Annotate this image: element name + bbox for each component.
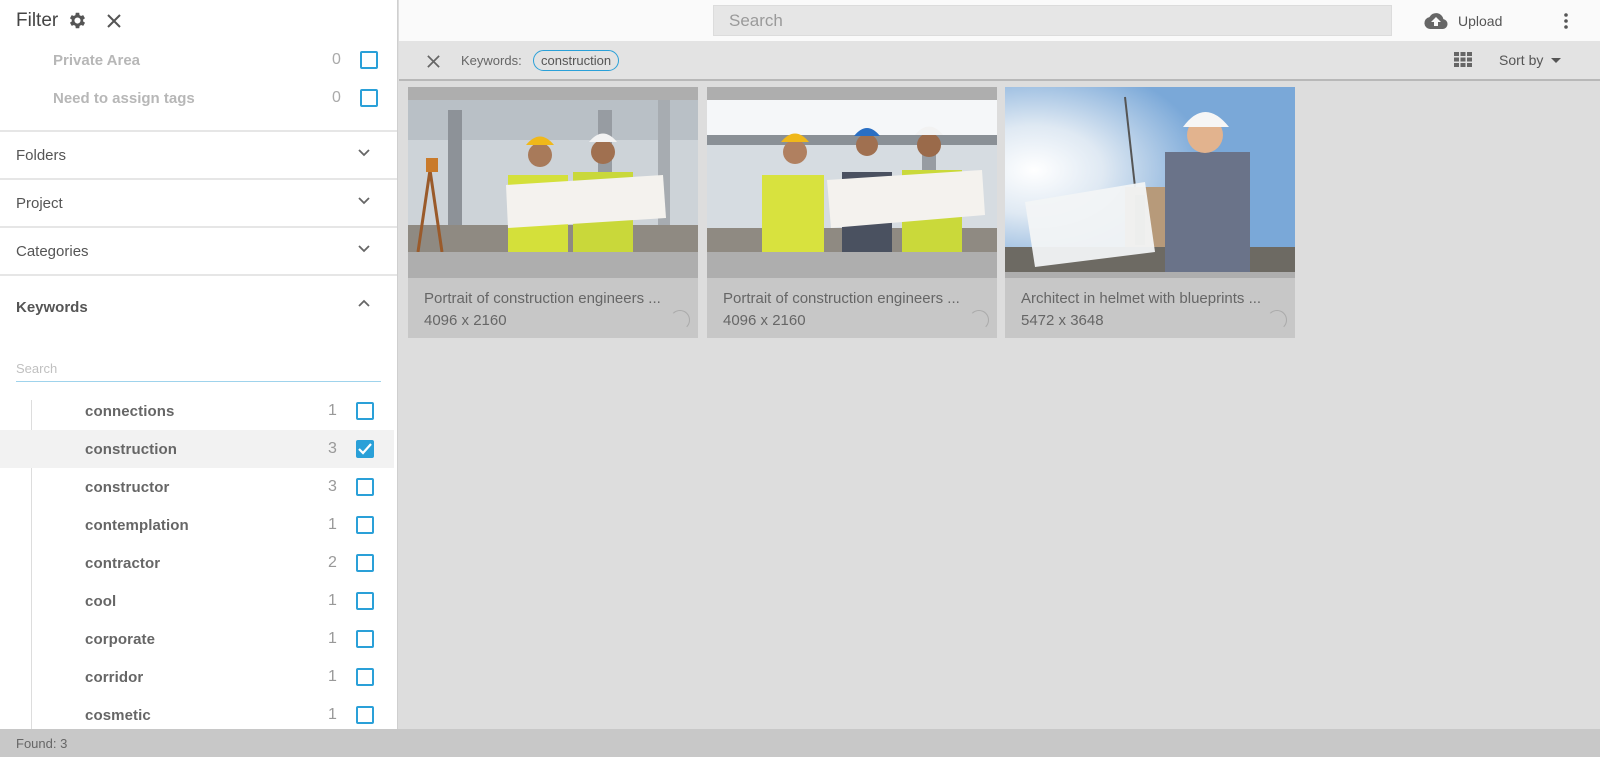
sidebar-title: Filter <box>16 9 59 31</box>
chevron-down-icon <box>358 245 370 253</box>
section-keywords[interactable]: Keywords <box>0 274 397 338</box>
result-card[interactable]: Portrait of construction engineers ... 4… <box>707 87 997 338</box>
keyword-item-corridor[interactable]: corridor 1 <box>0 658 394 696</box>
caret-down-icon <box>1551 57 1562 63</box>
keyword-count: 2 <box>328 554 337 571</box>
result-thumbnail <box>1005 87 1295 278</box>
keyword-checkbox[interactable] <box>356 440 374 458</box>
upload-label: Upload <box>1458 13 1503 29</box>
flag-count: 0 <box>332 51 341 68</box>
keyword-label: construction <box>85 440 178 458</box>
section-label: Project <box>16 194 63 212</box>
global-search-input[interactable] <box>729 10 1391 31</box>
grid-view-icon[interactable] <box>1454 52 1472 72</box>
result-caption: Portrait of construction engineers ... <box>424 290 661 307</box>
flag-checkbox[interactable] <box>360 51 378 69</box>
keyword-count: 1 <box>328 706 337 723</box>
keyword-item-contractor[interactable]: contractor 2 <box>0 544 394 582</box>
keyword-label: cosmetic <box>85 706 151 724</box>
keyword-label: corporate <box>85 630 156 648</box>
keyword-count: 3 <box>328 440 337 457</box>
keyword-item-corporate[interactable]: corporate 1 <box>0 620 394 658</box>
section-label: Categories <box>16 242 89 260</box>
gear-icon[interactable] <box>66 10 88 32</box>
result-dimensions: 4096 x 2160 <box>424 312 507 329</box>
section-label: Folders <box>16 146 67 164</box>
close-icon[interactable] <box>103 10 125 32</box>
keyword-label: contemplation <box>85 516 189 534</box>
keyword-count: 1 <box>328 516 337 533</box>
loading-indicator <box>670 310 690 330</box>
found-count: Found: 3 <box>16 735 68 751</box>
keyword-checkbox[interactable] <box>356 706 374 724</box>
global-search-field[interactable] <box>713 5 1392 36</box>
chevron-down-icon <box>358 197 370 205</box>
sort-label: Sort by <box>1499 52 1544 68</box>
filter-label: Keywords: <box>461 53 522 68</box>
keyword-label: constructor <box>85 478 170 496</box>
keyword-count: 1 <box>328 592 337 609</box>
checkmark-icon <box>358 443 372 455</box>
filter-chip[interactable]: construction <box>533 50 620 71</box>
more-vertical-icon[interactable] <box>1556 9 1576 33</box>
keyword-search-input[interactable] <box>16 356 381 380</box>
result-caption: Architect in helmet with blueprints ... <box>1021 290 1262 307</box>
keyword-label: cool <box>85 592 117 610</box>
loading-indicator <box>1267 310 1287 330</box>
section-label: Keywords <box>16 298 88 316</box>
chevron-up-icon <box>358 299 370 307</box>
flag-label: Private Area <box>53 51 140 69</box>
keyword-item-contemplation[interactable]: contemplation 1 <box>0 506 394 544</box>
flag-row-private-area[interactable]: Private Area 0 <box>0 41 397 79</box>
sort-by-button[interactable]: Sort by <box>1499 52 1562 68</box>
section-project[interactable]: Project <box>0 178 397 226</box>
keyword-count: 3 <box>328 478 337 495</box>
flag-label: Need to assign tags <box>53 89 195 107</box>
keyword-item-cosmetic[interactable]: cosmetic 1 <box>0 696 394 729</box>
keyword-label: connections <box>85 402 175 420</box>
result-card[interactable]: Portrait of construction engineers ... 4… <box>408 87 698 338</box>
loading-indicator <box>969 310 989 330</box>
flag-row-need-tags[interactable]: Need to assign tags 0 <box>0 79 397 117</box>
keyword-checkbox[interactable] <box>356 402 374 420</box>
keyword-count: 1 <box>328 630 337 647</box>
keyword-label: corridor <box>85 668 144 686</box>
result-dimensions: 5472 x 3648 <box>1021 312 1104 329</box>
keyword-checkbox[interactable] <box>356 478 374 496</box>
keyword-label: contractor <box>85 554 161 572</box>
keyword-list: connections 1 construction 3 constructor… <box>0 392 394 729</box>
result-card[interactable]: Architect in helmet with blueprints ... … <box>1005 87 1295 338</box>
keyword-checkbox[interactable] <box>356 630 374 648</box>
flag-checkbox[interactable] <box>360 89 378 107</box>
sidebar-header: Filter <box>0 0 397 41</box>
keyword-checkbox[interactable] <box>356 554 374 572</box>
top-bar: Upload <box>399 0 1600 41</box>
result-thumbnail <box>707 87 997 278</box>
section-categories[interactable]: Categories <box>0 226 397 274</box>
keyword-item-cool[interactable]: cool 1 <box>0 582 394 620</box>
filter-sidebar: Filter Private Area 0 Need to assign tag… <box>0 0 398 729</box>
keyword-checkbox[interactable] <box>356 668 374 686</box>
upload-button[interactable]: Upload <box>1424 8 1502 34</box>
keyword-item-construction[interactable]: construction 3 <box>0 430 394 468</box>
keyword-item-connections[interactable]: connections 1 <box>0 392 394 430</box>
clear-filter-icon[interactable] <box>423 51 443 71</box>
keyword-checkbox[interactable] <box>356 592 374 610</box>
flag-count: 0 <box>332 89 341 106</box>
keyword-count: 1 <box>328 668 337 685</box>
result-thumbnail <box>408 87 698 278</box>
keyword-search-field[interactable] <box>16 356 381 382</box>
result-dimensions: 4096 x 2160 <box>723 312 806 329</box>
status-bar: Found: 3 <box>0 729 1600 757</box>
result-caption: Portrait of construction engineers ... <box>723 290 960 307</box>
section-folders[interactable]: Folders <box>0 130 397 178</box>
keyword-count: 1 <box>328 402 337 419</box>
chevron-down-icon <box>358 149 370 157</box>
keyword-item-constructor[interactable]: constructor 3 <box>0 468 394 506</box>
keyword-checkbox[interactable] <box>356 516 374 534</box>
active-filter-bar: Keywords: construction Sort by <box>399 41 1600 81</box>
cloud-upload-icon <box>1424 13 1448 29</box>
